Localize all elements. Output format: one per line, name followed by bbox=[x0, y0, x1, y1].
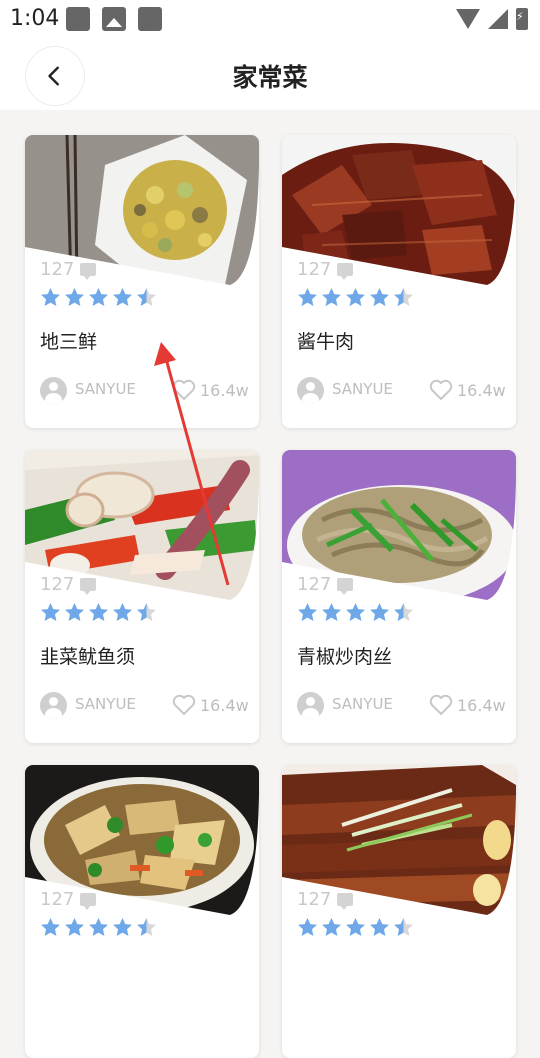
star-icon bbox=[394, 603, 413, 621]
star-icon bbox=[89, 918, 108, 936]
star-icon bbox=[65, 918, 84, 936]
header: 家常菜 bbox=[0, 40, 540, 110]
notification-icons bbox=[66, 7, 162, 31]
wifi-icon bbox=[456, 9, 480, 29]
star-icon bbox=[41, 603, 60, 621]
star-icon bbox=[322, 603, 341, 621]
star-icon bbox=[298, 603, 317, 621]
comment-icon bbox=[80, 263, 97, 280]
rating-stars bbox=[297, 602, 414, 623]
comment-icon bbox=[337, 893, 354, 910]
dish-name: 地三鲜 bbox=[40, 331, 98, 353]
star-icon bbox=[137, 603, 156, 621]
dish-name: 酱牛肉 bbox=[297, 331, 355, 353]
comment-icon bbox=[337, 578, 354, 595]
rating-stars bbox=[40, 917, 157, 938]
comment-count-value: 127 bbox=[40, 889, 75, 910]
like-count: 16.4w bbox=[457, 381, 506, 400]
star-icon bbox=[370, 603, 389, 621]
author-row: SANYUE 16.4w bbox=[40, 692, 250, 720]
app-notification-icon bbox=[138, 7, 162, 31]
star-icon bbox=[394, 918, 413, 936]
author-name: SANYUE bbox=[332, 695, 393, 713]
signal-icon bbox=[488, 9, 508, 29]
rating-stars bbox=[40, 602, 157, 623]
image-notification-icon bbox=[102, 7, 126, 31]
recipe-card[interactable]: 127 韭菜鱿鱼须 SANYUE 16.4w bbox=[25, 450, 259, 743]
comment-count-value: 127 bbox=[297, 574, 332, 595]
star-icon bbox=[298, 288, 317, 306]
star-icon bbox=[113, 603, 132, 621]
heart-icon[interactable] bbox=[429, 694, 453, 716]
recipe-card[interactable]: 127 酱牛肉 SANYUE 16.4w bbox=[282, 135, 516, 428]
status-bar: 1:04 bbox=[0, 0, 540, 40]
comment-count: 127 bbox=[40, 574, 97, 595]
comment-count: 127 bbox=[297, 889, 354, 910]
dish-name: 青椒炒肉丝 bbox=[297, 646, 393, 668]
avatar bbox=[297, 377, 324, 404]
star-icon bbox=[113, 288, 132, 306]
star-icon bbox=[346, 288, 365, 306]
comment-count: 127 bbox=[297, 259, 354, 280]
rating-stars bbox=[297, 917, 414, 938]
star-icon bbox=[370, 288, 389, 306]
comment-count-value: 127 bbox=[297, 259, 332, 280]
star-icon bbox=[65, 603, 84, 621]
comment-count-value: 127 bbox=[297, 889, 332, 910]
recipe-card[interactable]: 127 bbox=[25, 765, 259, 1058]
comment-count-value: 127 bbox=[40, 259, 75, 280]
author-name: SANYUE bbox=[75, 380, 136, 398]
star-icon bbox=[89, 288, 108, 306]
recipe-card[interactable]: 127 地三鲜 SANYUE 16.4w bbox=[25, 135, 259, 428]
avatar bbox=[40, 377, 67, 404]
rating-stars bbox=[40, 287, 157, 308]
app-notification-icon bbox=[66, 7, 90, 31]
avatar bbox=[297, 692, 324, 719]
comment-count: 127 bbox=[40, 259, 97, 280]
star-icon bbox=[65, 288, 84, 306]
author-row: SANYUE 16.4w bbox=[297, 377, 507, 405]
author-row: SANYUE 16.4w bbox=[297, 692, 507, 720]
comment-icon bbox=[337, 263, 354, 280]
star-icon bbox=[298, 918, 317, 936]
comment-count: 127 bbox=[40, 889, 97, 910]
comment-icon bbox=[80, 578, 97, 595]
system-icons bbox=[456, 8, 528, 30]
star-icon bbox=[41, 918, 60, 936]
author-row: SANYUE 16.4w bbox=[40, 377, 250, 405]
like-count: 16.4w bbox=[200, 696, 249, 715]
star-icon bbox=[41, 288, 60, 306]
avatar bbox=[40, 692, 67, 719]
star-icon bbox=[370, 918, 389, 936]
recipe-card[interactable]: 127 bbox=[282, 765, 516, 1058]
comment-count-value: 127 bbox=[40, 574, 75, 595]
star-icon bbox=[394, 288, 413, 306]
star-icon bbox=[346, 918, 365, 936]
like-count: 16.4w bbox=[457, 696, 506, 715]
star-icon bbox=[322, 918, 341, 936]
heart-icon[interactable] bbox=[172, 694, 196, 716]
like-count: 16.4w bbox=[200, 381, 249, 400]
dish-name: 韭菜鱿鱼须 bbox=[40, 646, 136, 668]
page-title: 家常菜 bbox=[232, 63, 308, 92]
author-name: SANYUE bbox=[75, 695, 136, 713]
star-icon bbox=[113, 918, 132, 936]
star-icon bbox=[346, 603, 365, 621]
star-icon bbox=[322, 288, 341, 306]
recipe-card[interactable]: 127 青椒炒肉丝 SANYUE 16.4w bbox=[282, 450, 516, 743]
star-icon bbox=[137, 288, 156, 306]
comment-count: 127 bbox=[297, 574, 354, 595]
star-icon bbox=[89, 603, 108, 621]
author-name: SANYUE bbox=[332, 380, 393, 398]
star-icon bbox=[137, 918, 156, 936]
comment-icon bbox=[80, 893, 97, 910]
heart-icon[interactable] bbox=[172, 379, 196, 401]
rating-stars bbox=[297, 287, 414, 308]
battery-icon bbox=[516, 8, 528, 30]
heart-icon[interactable] bbox=[429, 379, 453, 401]
status-time: 1:04 bbox=[10, 6, 60, 31]
